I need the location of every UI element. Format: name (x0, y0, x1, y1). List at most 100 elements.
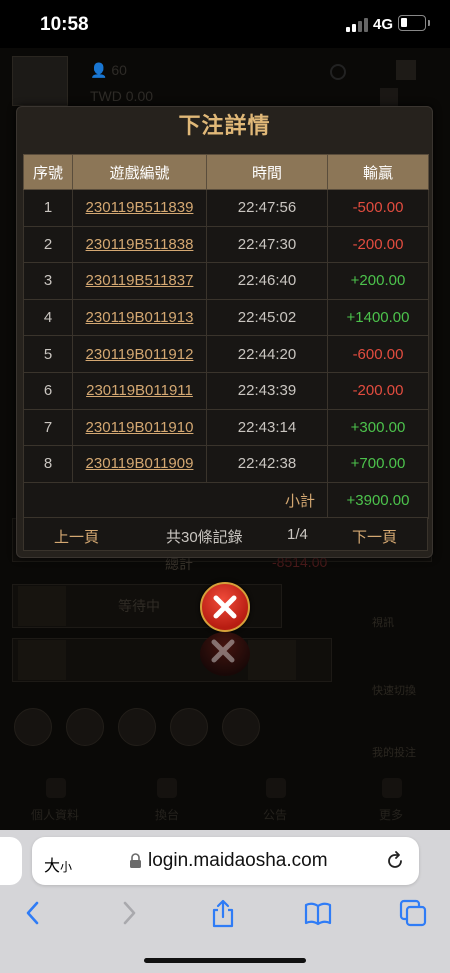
row-time: 22:47:30 (206, 225, 328, 264)
table-row: 6 230119B011911 22:43:39 -200.00 (23, 371, 429, 410)
text-size-button[interactable]: 大小 (44, 852, 72, 876)
row-result: +700.00 (327, 445, 429, 483)
announcement-icon (266, 778, 286, 798)
row-result: +1400.00 (327, 298, 429, 337)
browser-nav (0, 898, 450, 934)
row-time: 22:43:39 (206, 371, 328, 410)
dealer-thumbnail (248, 640, 296, 680)
prev-page-button[interactable]: 上一頁 (54, 526, 99, 547)
row-time: 22:43:14 (206, 408, 328, 447)
forward-icon[interactable] (114, 898, 144, 928)
side-label: 視訊 (372, 617, 394, 629)
status-bar: 10:58 4G (0, 0, 450, 48)
game-id-link[interactable]: 230119B511837 (72, 262, 207, 300)
row-time: 22:47:56 (206, 189, 328, 227)
row-index: 6 (23, 371, 73, 410)
close-icon (213, 595, 237, 619)
row-result: -600.00 (327, 335, 429, 373)
table-row: 5 230119B011912 22:44:20 -600.00 (23, 335, 429, 373)
row-index: 1 (23, 189, 73, 227)
dealer-thumbnail (18, 640, 66, 680)
game-id-link[interactable]: 230119B011913 (72, 298, 207, 337)
table-row: 8 230119B011909 22:42:38 +700.00 (23, 445, 429, 483)
chip-icon (66, 708, 104, 746)
more-icon (382, 778, 402, 798)
side-label: 快速切換 (372, 685, 416, 697)
row-time: 22:42:38 (206, 445, 328, 483)
sound-icon (380, 88, 398, 106)
game-id-link[interactable]: 230119B011912 (72, 335, 207, 373)
switch-table-icon (157, 778, 177, 798)
column-header-index: 序號 (23, 154, 73, 190)
online-count: 👤 60 (90, 62, 127, 78)
modal-title: 下注詳情 (178, 113, 271, 138)
browser-toolbar: 大小 login.maidaosha.com (0, 830, 450, 973)
avatar (12, 56, 68, 106)
row-index: 2 (23, 225, 73, 264)
game-id-link[interactable]: 230119B511839 (72, 189, 207, 227)
previous-tab-peek[interactable] (0, 837, 22, 885)
dealer-thumbnail (18, 586, 66, 626)
game-id-link[interactable]: 230119B511838 (72, 225, 207, 264)
profile-tab-icon (46, 778, 66, 798)
cellular-signal-icon (346, 18, 368, 32)
refresh-icon (330, 64, 346, 80)
total-records: 共30條記錄 (166, 529, 243, 546)
row-result: +300.00 (327, 408, 429, 447)
lock-icon (130, 853, 141, 868)
tab-switch: 換台 (154, 808, 179, 822)
row-time: 22:44:20 (206, 335, 328, 373)
row-result: -500.00 (327, 189, 429, 227)
menu-icon (396, 60, 416, 80)
pagination: 上一頁 共30條記錄 1/4 下一頁 (23, 517, 428, 551)
row-result: -200.00 (327, 371, 429, 410)
table-row: 4 230119B011913 22:45:02 +1400.00 (23, 298, 429, 337)
chip-icon (222, 708, 260, 746)
waiting-label: 等待中 (118, 598, 160, 614)
next-page-button[interactable]: 下一頁 (352, 526, 397, 547)
close-button[interactable] (200, 582, 250, 632)
chip-icon (118, 708, 156, 746)
tab-profile: 個人資料 (30, 808, 79, 822)
game-id-link[interactable]: 230119B011910 (72, 408, 207, 447)
row-index: 7 (23, 408, 73, 447)
column-header-time: 時間 (206, 154, 328, 190)
tab-more: 更多 (378, 808, 403, 822)
network-type: 4G (373, 16, 394, 33)
back-icon[interactable] (18, 898, 48, 928)
battery-icon (398, 15, 426, 31)
row-result: +200.00 (327, 262, 429, 300)
row-time: 22:45:02 (206, 298, 328, 337)
table-row: 7 230119B011910 22:43:14 +300.00 (23, 408, 429, 447)
row-index: 3 (23, 262, 73, 300)
subtotal-row: 小計 +3900.00 (23, 481, 429, 520)
game-id-link[interactable]: 230119B011911 (72, 371, 207, 410)
tabs-icon[interactable] (398, 898, 428, 928)
url-text[interactable]: login.maidaosha.com (148, 850, 328, 872)
battery-cap (428, 20, 430, 26)
row-index: 8 (23, 445, 73, 483)
bookmarks-icon[interactable] (303, 898, 333, 928)
bet-rows: 1 230119B511839 22:47:56 -500.00 2 230119B511… (23, 189, 429, 483)
chip-icon (170, 708, 208, 746)
tab-announcement: 公告 (262, 808, 287, 822)
chip-icon (14, 708, 52, 746)
reload-icon[interactable] (384, 850, 406, 872)
bet-table: 序號 遊戲編號 時間 輸贏 1 230119B511839 22:47:56 -500… (23, 154, 429, 520)
table-header-row: 序號 遊戲編號 時間 輸贏 (23, 154, 429, 190)
close-icon-reflection (211, 639, 235, 663)
bet-table-wrapper: 序號 遊戲編號 時間 輸贏 1 230119B511839 22:47:56 -500… (23, 154, 429, 520)
side-label: 我的投注 (372, 747, 416, 759)
subtotal-label: 小計 (23, 481, 328, 520)
subtotal-value: +3900.00 (327, 481, 429, 520)
row-time: 22:46:40 (206, 262, 328, 300)
table-row: 2 230119B511838 22:47:30 -200.00 (23, 225, 429, 264)
table-row: 1 230119B511839 22:47:56 -500.00 (23, 189, 429, 227)
address-bar[interactable]: 大小 login.maidaosha.com (32, 837, 419, 885)
game-id-link[interactable]: 230119B011909 (72, 445, 207, 483)
page-indicator: 1/4 (287, 526, 308, 543)
share-icon[interactable] (208, 898, 238, 928)
row-index: 4 (23, 298, 73, 337)
table-row: 3 230119B511837 22:46:40 +200.00 (23, 262, 429, 300)
row-index: 5 (23, 335, 73, 373)
